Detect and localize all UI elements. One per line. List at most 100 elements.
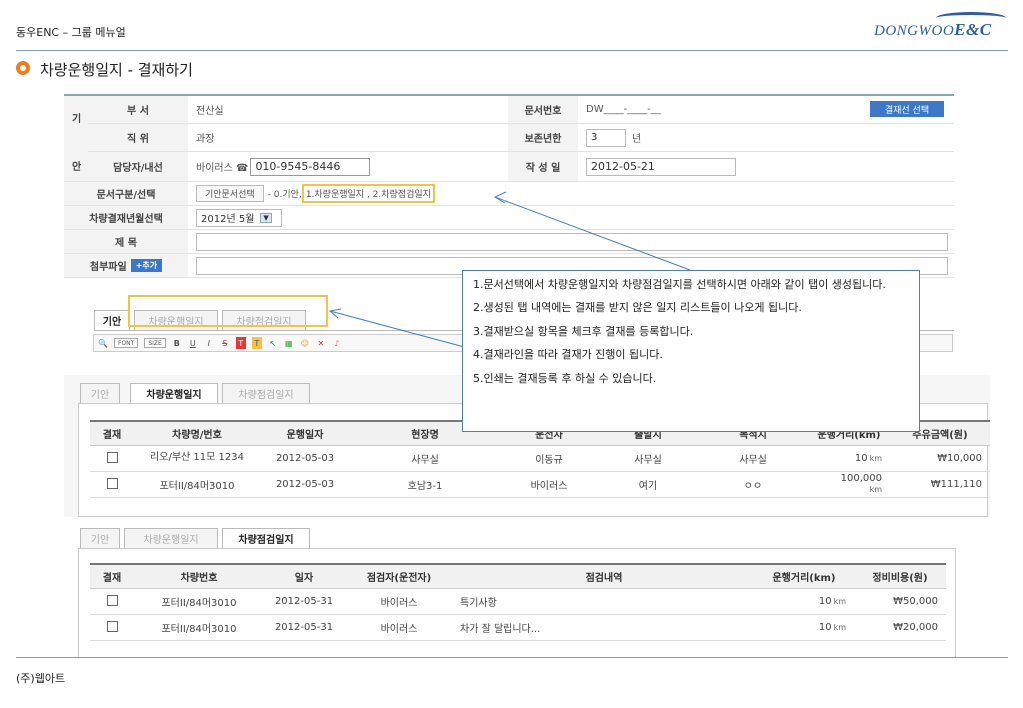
row-amount: ₩10,000 bbox=[890, 445, 990, 472]
panel2-tab-draft[interactable]: 기안 bbox=[80, 528, 120, 548]
side-label-an: 안 bbox=[72, 162, 82, 173]
row-from: 사무실 bbox=[598, 445, 698, 472]
table-icon[interactable]: ▦ bbox=[284, 337, 294, 349]
table-row: 포터II/84머3010 2012-05-31 바이러스 특기사항 10 km ₩… bbox=[90, 588, 946, 615]
row-unit: km bbox=[833, 596, 846, 606]
form-row-manager: 담당자/내선 바이러스 ☎ 010-9545-8446 작 성 일 2012-0… bbox=[88, 152, 954, 182]
table-row: 포터II/84머3010 2012-05-31 바이러스 차가 잘 달립니다..… bbox=[90, 614, 946, 641]
row-date: 2012-05-03 bbox=[260, 445, 350, 472]
subject-input[interactable] bbox=[196, 232, 948, 251]
docno-value: DW____-____-__ bbox=[586, 104, 661, 115]
row-from: 여기 bbox=[598, 471, 698, 498]
row-checkbox[interactable] bbox=[106, 478, 118, 490]
panel2-tab-inspection-log[interactable]: 차량점검일지 bbox=[222, 528, 310, 548]
form-row-position: 직 위 과장 보존년한 3 년 bbox=[88, 124, 954, 152]
date-input[interactable]: 2012-05-21 bbox=[586, 157, 736, 176]
row-site: 사무실 bbox=[350, 445, 500, 472]
font-select[interactable]: FONT bbox=[114, 338, 139, 348]
row-site: 호남3-1 bbox=[350, 471, 500, 498]
row-date: 2012-05-31 bbox=[264, 588, 344, 615]
section-bullet-icon bbox=[16, 61, 30, 75]
strike-icon[interactable]: S bbox=[220, 337, 230, 349]
logo-swoosh-icon bbox=[936, 12, 1006, 24]
retention-label: 보존년한 bbox=[508, 124, 578, 151]
chevron-down-icon: ▼ bbox=[260, 212, 272, 223]
col-date: 운행일자 bbox=[260, 420, 350, 446]
special-char-icon[interactable]: ♪ bbox=[332, 337, 342, 349]
retention-input[interactable]: 3 bbox=[586, 128, 626, 147]
delete-icon[interactable]: ✕ bbox=[316, 337, 326, 349]
row-to: ㅇㅇ bbox=[698, 471, 808, 498]
italic-icon[interactable]: I bbox=[204, 337, 214, 349]
col-approve: 결재 bbox=[90, 420, 134, 446]
docno-label: 문서번호 bbox=[508, 96, 578, 123]
callout-line-4: 4.결재라인을 따라 결재가 진행이 됩니다. bbox=[473, 348, 663, 362]
panel1-tab-draft[interactable]: 기안 bbox=[80, 383, 120, 403]
row-to: 사무실 bbox=[698, 445, 808, 472]
panel2-tab-driving-log[interactable]: 차량운행일지 bbox=[124, 528, 218, 548]
row-unit: km bbox=[869, 453, 882, 463]
bold-icon[interactable]: B bbox=[172, 337, 182, 349]
manager-label: 담당자/내선 bbox=[88, 152, 188, 181]
row-checkbox[interactable] bbox=[106, 595, 118, 607]
row-cost: ₩20,000 bbox=[854, 614, 946, 641]
col-approve: 결재 bbox=[90, 563, 134, 589]
dept-value: 전산실 bbox=[196, 106, 224, 117]
attach-add-button[interactable]: +추가 bbox=[130, 259, 163, 272]
emoticon-icon[interactable]: ☺ bbox=[300, 337, 310, 349]
callout-line-5: 5.인쇄는 결재등록 후 하실 수 있습니다. bbox=[473, 371, 657, 385]
size-select[interactable]: SIZE bbox=[144, 338, 166, 348]
tabs-highlight bbox=[128, 295, 328, 327]
underline-icon[interactable]: U bbox=[188, 337, 198, 349]
callout-line-3: 3.결재받으실 항목을 체크후 결재를 등록합니다. bbox=[473, 324, 694, 338]
form-row-doctype: 문서구분/선택 기안문서선택 - 0.기안, 1.차량운행일지 , 2.차량점검… bbox=[64, 182, 954, 206]
row-driver: 이동규 bbox=[500, 445, 598, 472]
row-cost: ₩50,000 bbox=[854, 588, 946, 615]
header-title: 동우ENC – 그룹 메뉴얼 bbox=[16, 26, 126, 39]
ym-select-value: 2012년 5월 bbox=[201, 214, 255, 225]
callout-line-2: 2.생성된 탭 내역에는 결재를 받지 않은 일지 리스트들이 나오게 됩니다. bbox=[473, 301, 802, 315]
row-vehicle: 포터II/84머3010 bbox=[134, 588, 264, 615]
row-vehicle: 포터II/84머3010 bbox=[134, 614, 264, 641]
cursor-icon[interactable]: ↖ bbox=[268, 337, 278, 349]
form-side-label: 기 안 bbox=[64, 96, 88, 182]
doctype-label: 문서구분/선택 bbox=[64, 182, 188, 205]
row-checkbox[interactable] bbox=[106, 452, 118, 464]
doctype-prefix: - 0.기안, bbox=[267, 190, 302, 200]
date-label: 작 성 일 bbox=[508, 152, 578, 181]
ym-select[interactable]: 2012년 5월 ▼ bbox=[196, 208, 282, 227]
attach-label: 첨부파일 bbox=[89, 262, 127, 273]
ym-label: 차량결재년월선택 bbox=[64, 206, 188, 229]
bg-color-icon[interactable]: T bbox=[251, 337, 262, 349]
editor-tab-draft[interactable]: 기안 bbox=[94, 310, 130, 330]
panel1-tab-driving-log[interactable]: 차량운행일지 bbox=[130, 383, 218, 403]
col-inspector: 점검자(운전자) bbox=[344, 563, 454, 589]
approval-line-button[interactable]: 결재선 선택 bbox=[870, 101, 944, 117]
form-row-dept: 부 서 전산실 문서번호 DW____-____-__ 결재선 선택 bbox=[88, 96, 954, 124]
col-cost: 정비비용(원) bbox=[854, 563, 946, 589]
row-distance: 10 bbox=[818, 621, 832, 633]
panel1-tab-inspection-log[interactable]: 차량점검일지 bbox=[222, 383, 310, 403]
side-label-gi: 기 bbox=[72, 114, 82, 125]
inspection-log-header-row: 결재 차량번호 일자 점검자(운전자) 점검내역 운행거리(km) 정비비용(원… bbox=[90, 563, 946, 589]
instruction-callout: 1.문서선택에서 차량운행일지와 차량점검일지를 선택하시면 아래와 같이 탭이… bbox=[462, 270, 920, 432]
row-checkbox[interactable] bbox=[106, 621, 118, 633]
company-logo: DONGWOOE&C bbox=[874, 12, 1006, 40]
retention-unit: 년 bbox=[632, 134, 642, 145]
row-distance: 10 bbox=[854, 452, 868, 464]
section-title: 차량운행일지 - 결재하기 bbox=[40, 61, 193, 79]
logo-main: DONGWOO bbox=[874, 23, 955, 39]
row-unit: km bbox=[869, 485, 882, 494]
text-color-icon[interactable]: T bbox=[235, 337, 246, 349]
row-distance: 10 bbox=[818, 595, 832, 607]
col-vehicle: 차량명/번호 bbox=[134, 420, 260, 446]
col-date: 일자 bbox=[264, 563, 344, 589]
manager-phone-input[interactable]: 010-9545-8446 bbox=[250, 157, 371, 176]
dept-label: 부 서 bbox=[88, 96, 188, 123]
position-value: 과장 bbox=[196, 134, 215, 145]
search-icon[interactable]: 🔍 bbox=[98, 337, 108, 349]
header-divider bbox=[16, 50, 1008, 51]
doctype-select-button[interactable]: 기안문서선택 bbox=[196, 185, 264, 202]
row-vehicle: 리오/부산 11모 1234 bbox=[134, 445, 260, 472]
table-row: 리오/부산 11모 1234 2012-05-03 사무실 이동규 사무실 사무… bbox=[90, 445, 990, 472]
